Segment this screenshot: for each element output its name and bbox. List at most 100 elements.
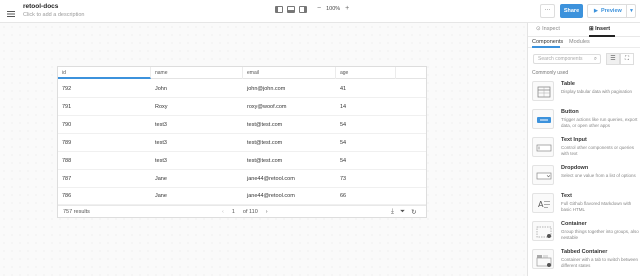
cell-id: 789	[62, 140, 72, 146]
refresh-icon[interactable]: ↻	[411, 208, 416, 216]
cell-name: test3	[155, 122, 167, 128]
next-page-button[interactable]: ›	[266, 209, 268, 215]
table-row[interactable]: 789 test3 test@test.com 54	[58, 134, 426, 152]
component-tabbed-container[interactable]: Tabbed Container Container with a tab to…	[532, 249, 638, 276]
zoom-out-button[interactable]: −	[317, 5, 321, 12]
bottom-panel-toggle-icon[interactable]	[287, 6, 295, 13]
zoom-in-button[interactable]: +	[345, 5, 349, 12]
search-placeholder: Search components	[538, 56, 583, 62]
component-search-input[interactable]: Search components ⌕	[533, 54, 601, 64]
top-bar: retool-docs Click to add a description −…	[0, 0, 640, 23]
cell-id: 787	[62, 176, 72, 182]
column-header-name[interactable]: name	[151, 67, 243, 79]
tab-inspect[interactable]: ⊙ Inspect	[536, 26, 560, 32]
filter-icon[interactable]: ⏷	[400, 208, 405, 216]
list-view-icon[interactable]: ☰	[606, 53, 620, 65]
current-page[interactable]: 1	[232, 209, 235, 215]
insert-subtabs: Components Modules	[528, 37, 640, 48]
column-header-age[interactable]: age	[336, 67, 396, 79]
component-container[interactable]: Container Group things together into gro…	[532, 221, 639, 248]
cell-age: 54	[340, 158, 347, 164]
page-total: of 110	[242, 209, 258, 215]
component-name: Text Input	[561, 137, 587, 143]
component-dropdown[interactable]: Dropdown Select one value from a list of…	[532, 165, 638, 192]
subtab-components[interactable]: Components	[532, 39, 563, 45]
app-description-field[interactable]: Click to add a description	[23, 12, 84, 18]
cell-id: 792	[62, 86, 72, 92]
component-description: Container with a tab to switch between d…	[561, 257, 639, 268]
tabbed-container-component-icon	[532, 249, 554, 269]
table-row[interactable]: 786 Jane jane44@retool.com 66	[58, 188, 426, 205]
button-component-icon	[532, 109, 554, 129]
more-options-button[interactable]: ···	[540, 4, 555, 18]
share-button[interactable]: Share	[560, 4, 583, 18]
cell-id: 790	[62, 122, 72, 128]
component-name: Dropdown	[561, 165, 589, 171]
tab-inspect-label: Inspect	[542, 26, 560, 32]
table-row[interactable]: 791 Roxy roxy@woof.com 14	[58, 98, 426, 116]
results-count: 757 results	[63, 209, 90, 215]
cell-id: 791	[62, 104, 72, 110]
zoom-level[interactable]: 100%	[326, 6, 340, 12]
grid-view-icon[interactable]: ⛶	[620, 53, 634, 65]
preview-label: Preview	[601, 8, 622, 14]
component-description: Full Github flavored Markdown with basic…	[561, 201, 632, 212]
section-label: Commonly used	[532, 70, 569, 76]
search-icon: ⌕	[593, 56, 597, 62]
component-name: Container	[561, 221, 587, 227]
layout-toggles	[275, 6, 307, 13]
cell-email: test@test.com	[247, 158, 283, 164]
app-title[interactable]: retool-docs	[23, 3, 58, 10]
tab-insert[interactable]: ⊞ Insert	[589, 26, 610, 32]
table-toolbar: ⤓ ⏷ ↻	[391, 208, 417, 216]
table-footer: 757 results ‹ 1 of 110 › ⤓ ⏷ ↻	[58, 205, 426, 218]
container-component-icon	[532, 221, 554, 241]
preview-button[interactable]: ▶ Preview ▼	[587, 4, 636, 18]
inspect-icon: ⊙	[536, 26, 541, 32]
cell-id: 786	[62, 193, 72, 199]
prev-page-button[interactable]: ‹	[222, 209, 224, 215]
play-icon: ▶	[594, 8, 598, 14]
download-icon[interactable]: ⤓	[391, 208, 394, 216]
cell-email: roxy@woof.com	[247, 104, 287, 110]
cell-email: test@test.com	[247, 140, 283, 146]
cell-name: Jane	[155, 193, 167, 199]
text-component-icon: A	[532, 193, 554, 213]
component-description: Display tabular data with pagination	[561, 89, 633, 94]
cell-id: 788	[62, 158, 72, 164]
divider	[626, 5, 627, 17]
cell-name: test3	[155, 158, 167, 164]
component-text-input[interactable]: Text Input Control other components or q…	[532, 137, 638, 164]
column-header-id[interactable]: id	[58, 67, 151, 79]
cell-age: 54	[340, 122, 347, 128]
cell-email: jane44@retool.com	[247, 193, 295, 199]
left-panel-toggle-icon[interactable]	[275, 6, 283, 13]
component-button[interactable]: Button Trigger actions like run queries,…	[532, 109, 638, 136]
table-component-icon	[532, 81, 554, 101]
svg-text:A: A	[538, 200, 544, 209]
component-description: Select one value from a list of options	[561, 173, 636, 178]
table-row[interactable]: 792 John john@john.com 41	[58, 80, 426, 98]
cell-age: 14	[340, 104, 347, 110]
cell-name: Jane	[155, 176, 167, 182]
cell-email: test@test.com	[247, 122, 283, 128]
zoom-control: − 100% +	[317, 5, 349, 12]
component-description: Trigger actions like run queries, export…	[561, 117, 638, 128]
column-header-email[interactable]: email	[243, 67, 336, 79]
app-menu-icon[interactable]	[6, 6, 16, 17]
table-row[interactable]: 787 Jane jane44@retool.com 73	[58, 170, 426, 188]
subtab-modules[interactable]: Modules	[569, 39, 590, 45]
right-panel-toggle-icon[interactable]	[299, 6, 307, 13]
component-table[interactable]: Table Display tabular data with paginati…	[532, 81, 638, 108]
active-subtab-indicator	[532, 46, 560, 48]
table-row[interactable]: 788 test3 test@test.com 54	[58, 152, 426, 170]
component-description: Control other components or queries with…	[561, 145, 635, 156]
component-text[interactable]: A Text Full Github flavored Markdown wit…	[532, 193, 638, 220]
chevron-down-icon[interactable]: ▼	[629, 8, 634, 14]
table-row[interactable]: 790 test3 test@test.com 54	[58, 116, 426, 134]
table-component[interactable]: id name email age 792 John john@john.com…	[57, 66, 427, 218]
text-input-component-icon	[532, 137, 554, 157]
panel-tabs: ⊙ Inspect ⊞ Insert	[528, 23, 640, 37]
cell-name: Roxy	[155, 104, 168, 110]
right-panel: ⊙ Inspect ⊞ Insert Components Modules Se…	[527, 23, 640, 276]
